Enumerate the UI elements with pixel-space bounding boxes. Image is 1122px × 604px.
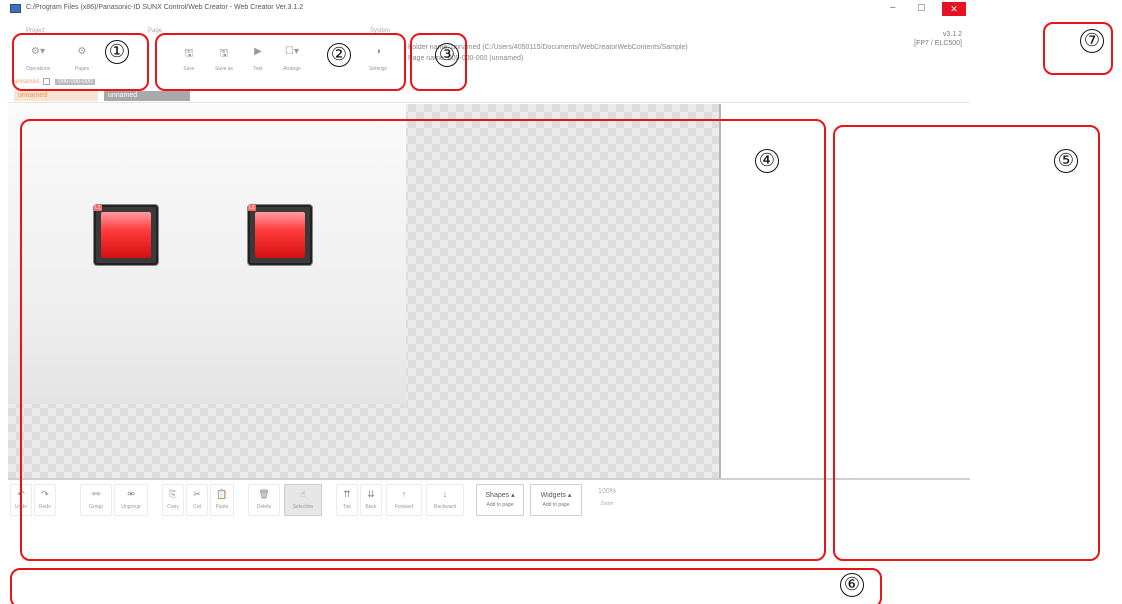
callout-number-7: ⑦: [1080, 29, 1104, 53]
subtab-unnamed-right[interactable]: unnamed: [104, 91, 190, 101]
sub-tabs: unnamed unnamed: [14, 91, 192, 101]
callout-box-7: [1043, 22, 1113, 75]
callout-box-1: [12, 33, 149, 91]
callout-number-3: ③: [435, 43, 459, 67]
app-icon: [10, 4, 21, 13]
subtab-unnamed-left[interactable]: unnamed: [14, 91, 98, 101]
callout-box-5: [833, 125, 1100, 561]
close-button[interactable]: ✕: [942, 2, 966, 16]
callout-number-2: ②: [327, 43, 351, 67]
callout-box-2: [155, 33, 406, 91]
minimize-button[interactable]: –: [890, 2, 896, 13]
title-bar: C:/Program Files (x86)/Panasonic-ID SUNX…: [8, 0, 970, 20]
plc-model-text: [FP7 / ELC500]: [914, 40, 962, 47]
callout-box-4: [20, 119, 826, 561]
callout-number-6: ⑥: [840, 573, 864, 597]
screenshot-stage: C:/Program Files (x86)/Panasonic-ID SUNX…: [0, 0, 1122, 604]
callout-box-6: [10, 568, 882, 604]
callout-number-5: ⑤: [1054, 149, 1078, 173]
restore-button[interactable]: ▢: [917, 2, 926, 13]
version-text: v3.1.2: [942, 31, 962, 38]
window-title: C:/Program Files (x86)/Panasonic-ID SUNX…: [26, 4, 304, 11]
callout-number-4: ④: [755, 149, 779, 173]
ribbon-divider: [8, 102, 970, 103]
callout-number-1: ①: [105, 40, 129, 64]
ribbon: Project Page System ⚙▾ Operations ⚙ Page…: [8, 22, 970, 101]
version-info: v3.1.2 [FP7 / ELC500]: [914, 30, 962, 48]
